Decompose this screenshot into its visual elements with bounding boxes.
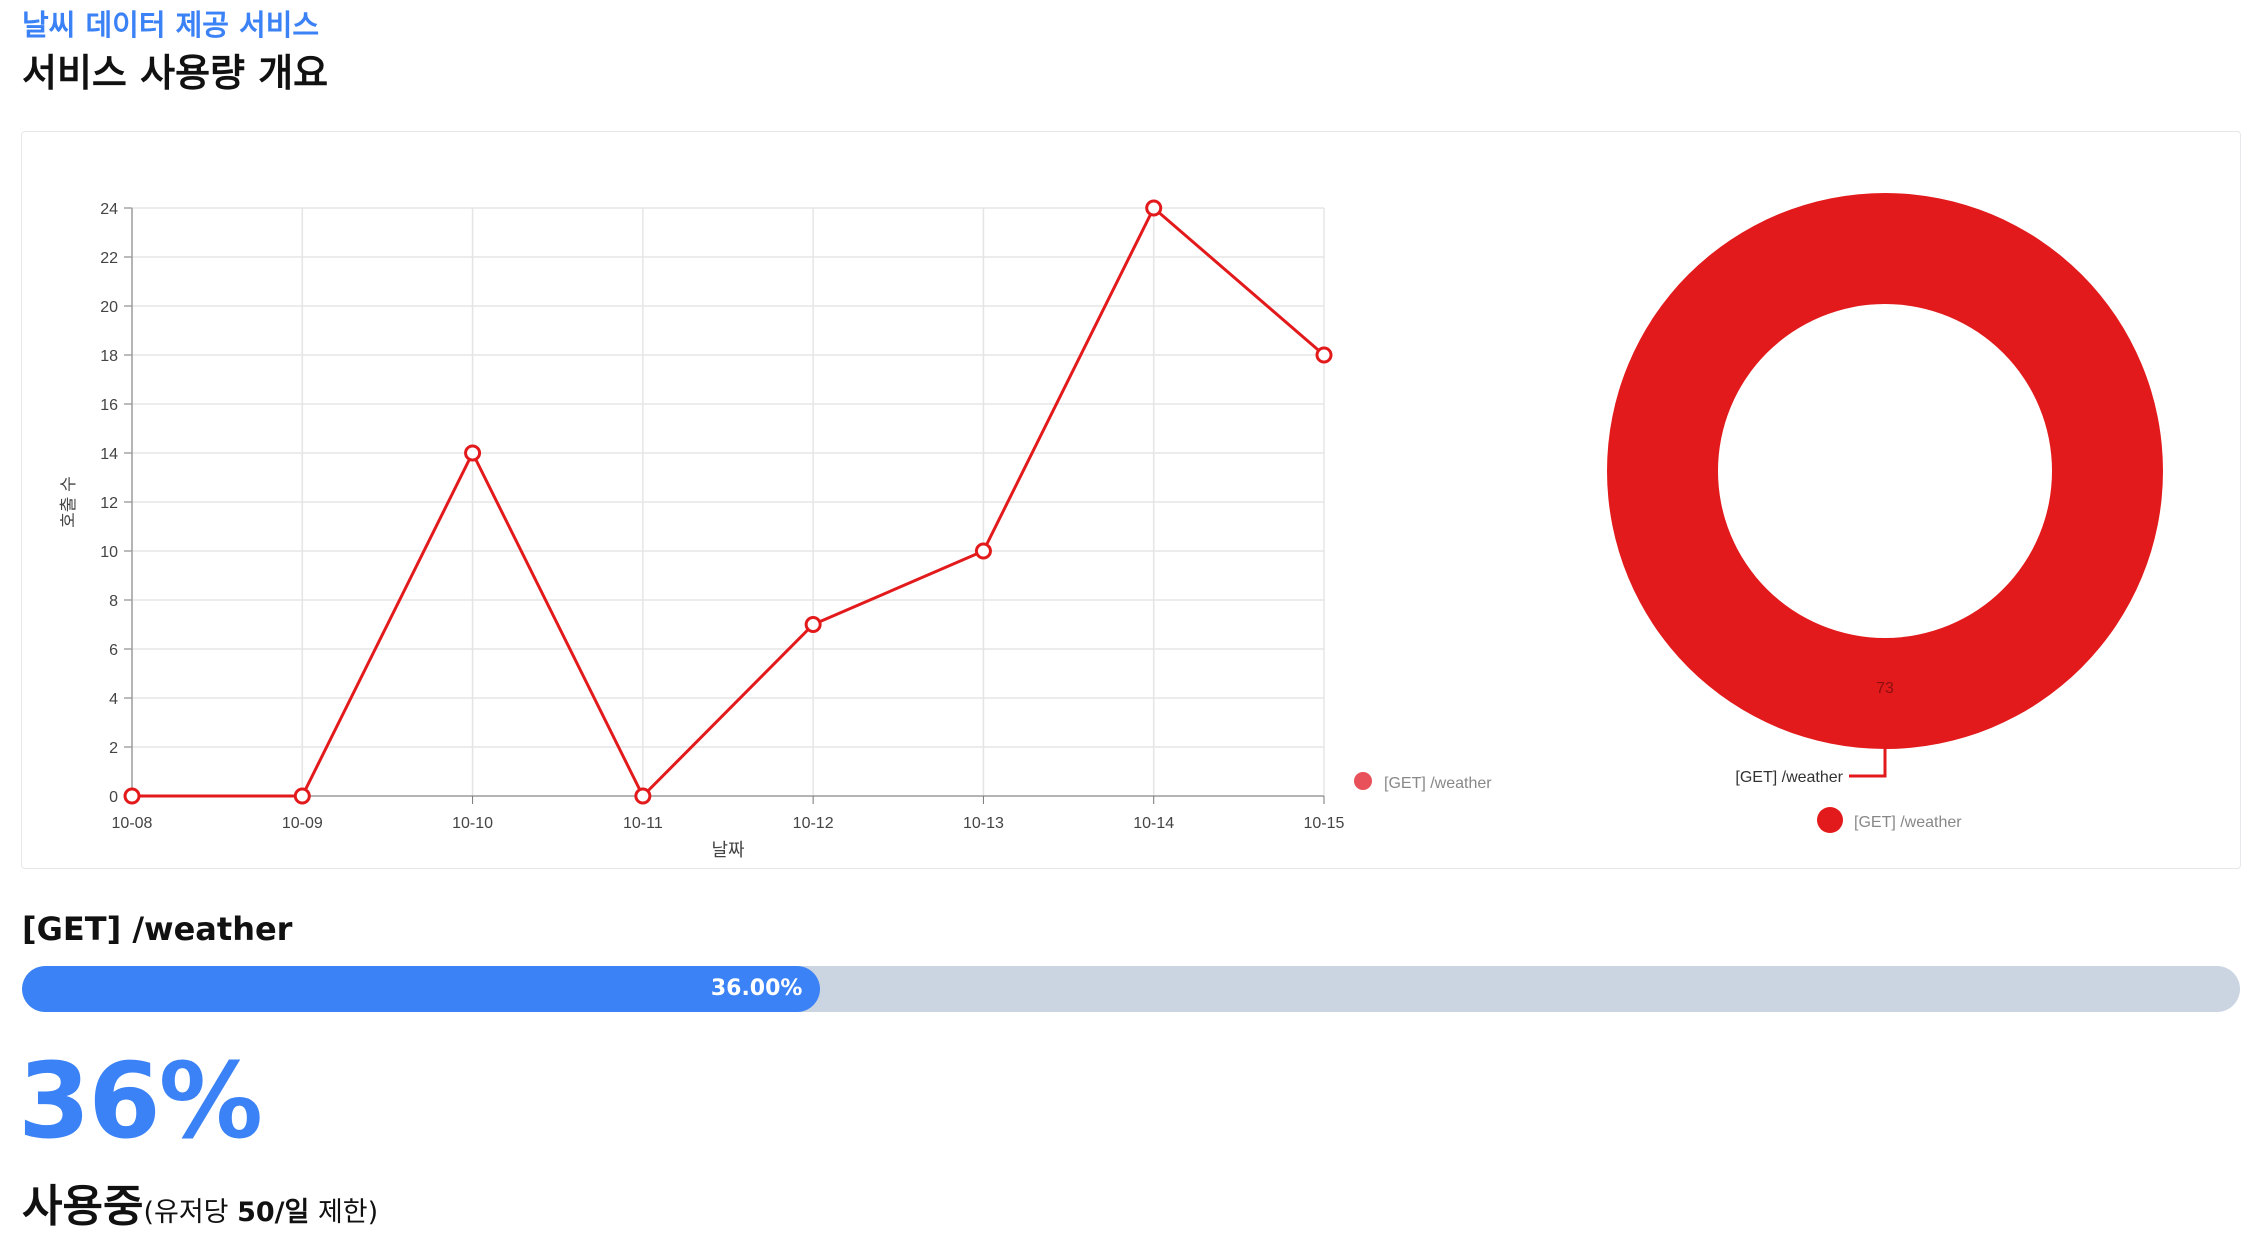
- data-point: [464, 444, 482, 462]
- x-tick-label: 10-13: [963, 815, 1004, 832]
- y-tick-label: 12: [100, 495, 118, 512]
- donut-legend-label: [GET] /weather: [1854, 814, 1962, 831]
- page-title: 서비스 사용량 개요: [22, 51, 329, 95]
- y-tick-label: 20: [100, 299, 118, 316]
- usage-progress-label: 36.00%: [710, 976, 803, 1001]
- y-tick-label: 10: [100, 544, 118, 561]
- y-tick-label: 24: [100, 201, 118, 218]
- x-tick-label: 10-12: [793, 815, 834, 832]
- legend-marker: [1354, 772, 1372, 790]
- y-tick-label: 6: [109, 642, 118, 659]
- x-tick-label: 10-09: [282, 815, 323, 832]
- data-point: [804, 616, 822, 633]
- usage-status-label: 사용중: [22, 1181, 144, 1232]
- usage-summary: 사용중(유저당 50/일 제한): [22, 1170, 378, 1234]
- x-tick-label: 10-15: [1304, 815, 1345, 832]
- y-tick-label: 0: [109, 789, 118, 806]
- y-tick-label: 14: [100, 446, 118, 463]
- y-axis-label: 호출 수: [59, 476, 78, 528]
- x-tick-label: 10-10: [452, 815, 493, 832]
- y-tick-label: 8: [109, 593, 118, 610]
- x-tick-label: 10-11: [623, 815, 663, 832]
- y-tick-label: 4: [109, 691, 118, 708]
- data-point: [634, 787, 652, 805]
- y-tick-label: 16: [100, 397, 118, 414]
- usage-charts: 02468101214161820222410-08 10-09 10-10 10-1…: [59, 193, 2163, 860]
- service-name: 날씨 데이터 제공 서비스: [22, 8, 320, 42]
- donut-value-label: 73: [1876, 680, 1894, 697]
- legend-label: [GET] /weather: [1384, 775, 1492, 792]
- endpoint-title: [GET] /weather: [22, 910, 293, 948]
- usage-progress-bar: 36.00%: [22, 966, 2240, 1012]
- y-tick-label: 18: [100, 348, 118, 365]
- usage-note-prefix: (유저당: [143, 1197, 238, 1228]
- donut-legend-marker: [1817, 807, 1843, 833]
- x-axis-label: 날짜: [711, 840, 745, 860]
- y-tick-label: 22: [100, 250, 118, 267]
- data-point: [293, 787, 311, 805]
- data-point: [1145, 199, 1163, 217]
- data-point: [123, 787, 141, 805]
- x-tick-label: 10-08: [112, 815, 153, 832]
- usage-limit: 50/일: [237, 1197, 310, 1228]
- usage-percent: 36%: [18, 1040, 263, 1162]
- data-point: [974, 542, 992, 560]
- data-point: [1315, 346, 1333, 364]
- usage-progress-fill: 36.00%: [22, 966, 821, 1012]
- x-tick-label: 10-14: [1133, 815, 1174, 832]
- donut-slice-label: [GET] /weather: [1735, 769, 1843, 786]
- donut-slice: [1607, 193, 2163, 749]
- y-tick-label: 2: [109, 740, 118, 757]
- usage-chart-card: 0 2 4 6 8 10 12 14 16 18 20 22 24 10-08 10-09 10-10 10-1…: [21, 131, 2241, 869]
- donut-leader-line: [1849, 749, 1887, 778]
- usage-note-suffix: 제한): [309, 1197, 379, 1228]
